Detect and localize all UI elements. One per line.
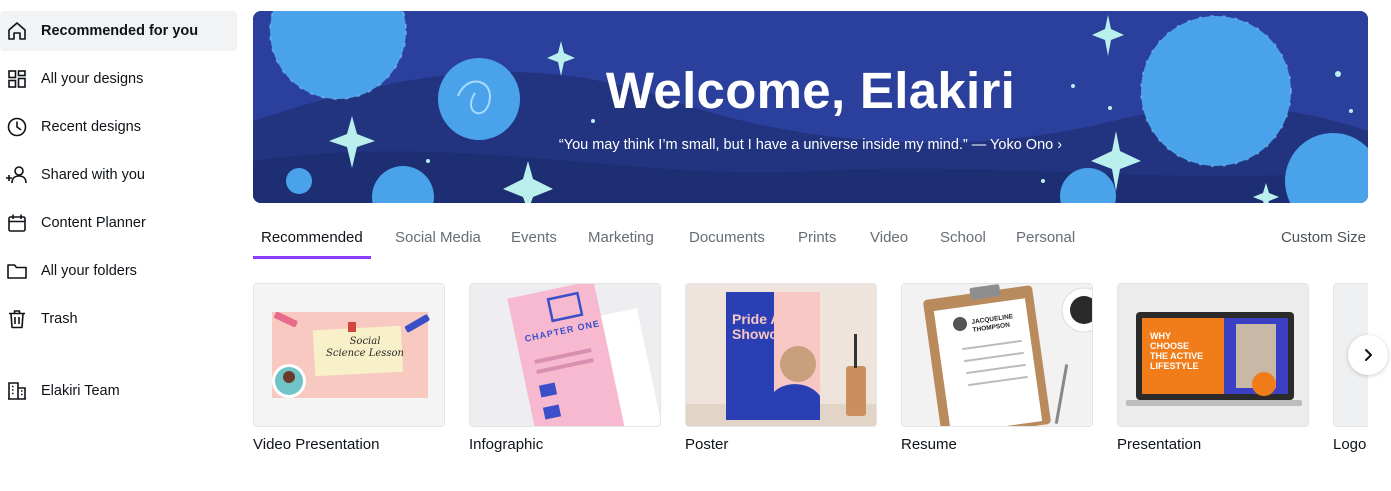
chevron-right-icon bbox=[1365, 349, 1372, 361]
folder-icon bbox=[5, 259, 29, 283]
category-tabs: Recommended Social Media Events Marketin… bbox=[253, 222, 1368, 260]
sidebar-item-label: Shared with you bbox=[41, 167, 145, 183]
custom-size-button[interactable]: Custom Size bbox=[1281, 229, 1366, 246]
card-thumbnail: WHY CHOOSE THE ACTIVE LIFESTYLE bbox=[1117, 283, 1309, 427]
welcome-title: Welcome, Elakiri bbox=[605, 62, 1016, 119]
welcome-banner: Welcome, Elakiri “You may think I’m smal… bbox=[253, 11, 1368, 203]
card-thumbnail: Pride Art Showcase bbox=[685, 283, 877, 427]
card-label: Logo bbox=[1333, 436, 1367, 453]
sidebar-item-recent-designs[interactable]: Recent designs bbox=[0, 107, 237, 147]
card-thumbnail: CHAPTER ONE bbox=[469, 283, 661, 427]
sidebar-item-all-folders[interactable]: All your folders bbox=[0, 251, 237, 291]
tab-personal[interactable]: Personal bbox=[1008, 222, 1083, 259]
trash-icon bbox=[5, 307, 29, 331]
card-label: Infographic bbox=[469, 436, 544, 453]
card-label: Poster bbox=[685, 436, 729, 453]
sidebar-item-label: All your folders bbox=[41, 263, 137, 279]
design-card-infographic[interactable]: CHAPTER ONE Infographic bbox=[469, 283, 661, 453]
quote-link[interactable]: “You may think I’m small, but I have a u… bbox=[253, 137, 1368, 153]
card-label: Presentation bbox=[1117, 436, 1202, 453]
design-card-video-presentation[interactable]: Social Science Lesson Video Presentation bbox=[253, 283, 445, 453]
tab-social-media[interactable]: Social Media bbox=[387, 222, 489, 259]
thumb-text: LIFESTYLE bbox=[1150, 361, 1199, 371]
design-card-presentation[interactable]: WHY CHOOSE THE ACTIVE LIFESTYLE Presenta… bbox=[1117, 283, 1309, 453]
carousel-next-button[interactable] bbox=[1348, 335, 1388, 375]
sidebar-item-label: Content Planner bbox=[41, 215, 146, 231]
sidebar-item-label: Trash bbox=[41, 311, 78, 327]
tab-recommended[interactable]: Recommended bbox=[253, 222, 371, 259]
sidebar-item-shared-with-you[interactable]: Shared with you bbox=[0, 155, 237, 195]
tab-documents[interactable]: Documents bbox=[681, 222, 773, 259]
design-card-resume[interactable]: JACQUELINE THOMPSON Resume bbox=[901, 283, 1093, 453]
tab-events[interactable]: Events bbox=[503, 222, 565, 259]
clock-icon bbox=[5, 115, 29, 139]
tab-marketing[interactable]: Marketing bbox=[580, 222, 662, 259]
thumb-text: CHOOSE bbox=[1150, 341, 1190, 351]
sidebar-item-team[interactable]: Elakiri Team bbox=[0, 371, 237, 411]
sidebar-item-content-planner[interactable]: Content Planner bbox=[0, 203, 237, 243]
sidebar-item-recommended[interactable]: Recommended for you bbox=[0, 11, 237, 51]
sidebar-item-label: All your designs bbox=[41, 71, 144, 87]
building-icon bbox=[5, 379, 29, 403]
home-icon bbox=[5, 19, 29, 43]
card-label: Resume bbox=[901, 436, 957, 453]
thumb-text: Social bbox=[349, 336, 381, 347]
card-thumbnail: JACQUELINE THOMPSON bbox=[901, 283, 1093, 427]
calendar-icon bbox=[5, 211, 29, 235]
sidebar-item-label: Elakiri Team bbox=[41, 383, 120, 399]
thumb-text: WHY bbox=[1150, 331, 1171, 341]
sidebar-item-label: Recent designs bbox=[41, 119, 141, 135]
grid-icon bbox=[5, 67, 29, 91]
sidebar-item-all-designs[interactable]: All your designs bbox=[0, 59, 237, 99]
sidebar: Recommended for you All your designs Rec… bbox=[0, 0, 240, 491]
thumb-text: THE ACTIVE bbox=[1150, 351, 1204, 361]
design-card-poster[interactable]: Pride Art Showcase Poster bbox=[685, 283, 877, 453]
thumb-text: Pride Art bbox=[732, 311, 791, 327]
thumb-text: Science Lesson bbox=[326, 348, 404, 359]
tab-video[interactable]: Video bbox=[862, 222, 916, 259]
tab-prints[interactable]: Prints bbox=[790, 222, 844, 259]
shared-users-icon bbox=[5, 163, 29, 187]
sidebar-item-trash[interactable]: Trash bbox=[0, 299, 237, 339]
thumb-text: Showcase bbox=[732, 326, 801, 342]
card-thumbnail: Social Science Lesson bbox=[253, 283, 445, 427]
card-label: Video Presentation bbox=[253, 436, 380, 453]
tab-school[interactable]: School bbox=[932, 222, 994, 259]
sidebar-item-label: Recommended for you bbox=[41, 23, 199, 39]
